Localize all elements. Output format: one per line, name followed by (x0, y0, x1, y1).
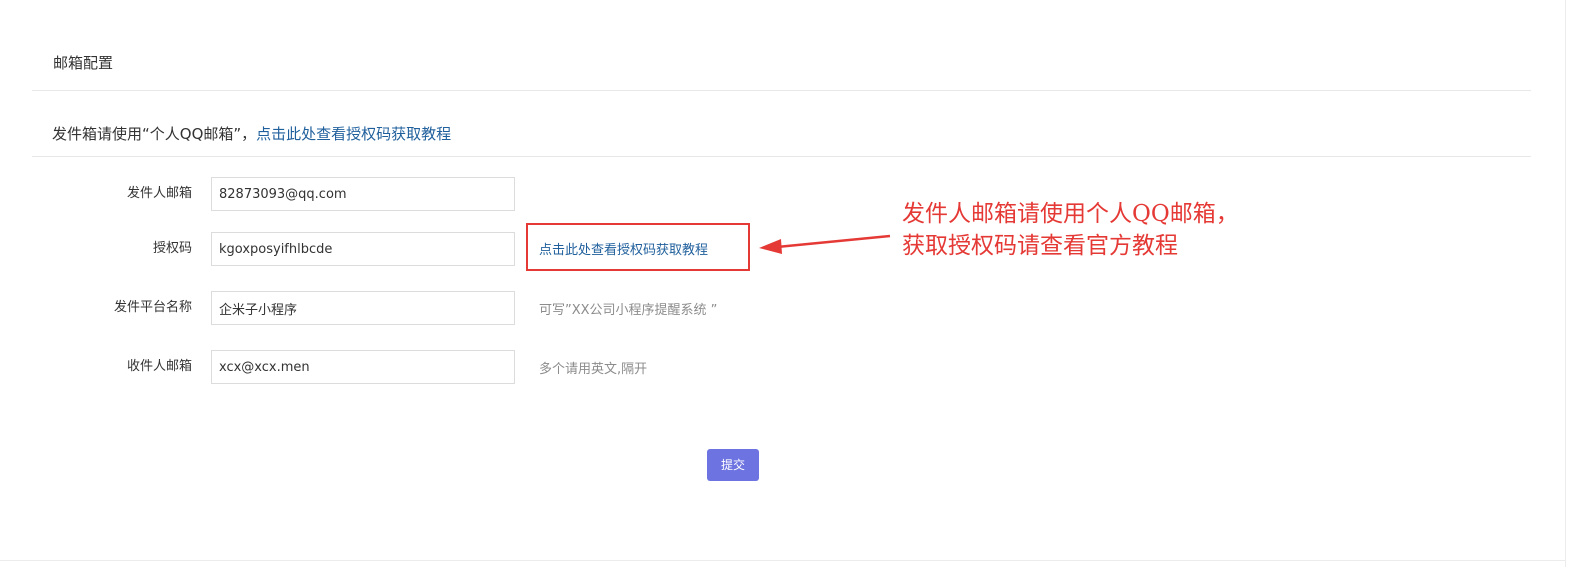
platform-name-label: 发件平台名称 (113, 300, 192, 315)
platform-name-input[interactable] (211, 291, 515, 325)
notice-divider (32, 156, 1531, 157)
annotation-line-2: 获取授权码请查看官方教程 (902, 233, 1178, 259)
annotation-arrow-icon (759, 234, 891, 254)
notice-text: 发件箱请使用“个人QQ邮箱”，点击此处查看授权码获取教程 (52, 123, 451, 145)
annotation-line-1: 发件人邮箱请使用个人QQ邮箱， (902, 201, 1239, 227)
email-config-page: 邮箱配置 发件箱请使用“个人QQ邮箱”，点击此处查看授权码获取教程 发件人邮箱 … (0, 0, 1585, 567)
section-divider (32, 90, 1531, 91)
auth-code-label: 授权码 (152, 241, 192, 256)
recipient-email-label: 收件人邮箱 (126, 359, 192, 374)
sender-email-input[interactable] (211, 177, 515, 211)
recipient-email-input[interactable] (211, 350, 515, 384)
notice-tutorial-link[interactable]: 点击此处查看授权码获取教程 (256, 125, 451, 143)
platform-name-hint: 可写”XX公司小程序提醒系统 ” (539, 303, 718, 318)
section-title: 邮箱配置 (53, 54, 114, 72)
panel-bottom-border (0, 560, 1565, 561)
panel-right-border (1565, 0, 1566, 567)
submit-button[interactable]: 提交 (707, 449, 759, 481)
sender-email-label: 发件人邮箱 (126, 186, 192, 201)
recipient-email-hint: 多个请用英文,隔开 (539, 362, 648, 377)
auth-code-input[interactable] (211, 232, 515, 266)
notice-message: 发件箱请使用“个人QQ邮箱”， (52, 125, 257, 143)
annotation-callout: 发件人邮箱请使用个人QQ邮箱， 获取授权码请查看官方教程 (902, 198, 1239, 262)
annotation-highlight-box (526, 223, 750, 271)
